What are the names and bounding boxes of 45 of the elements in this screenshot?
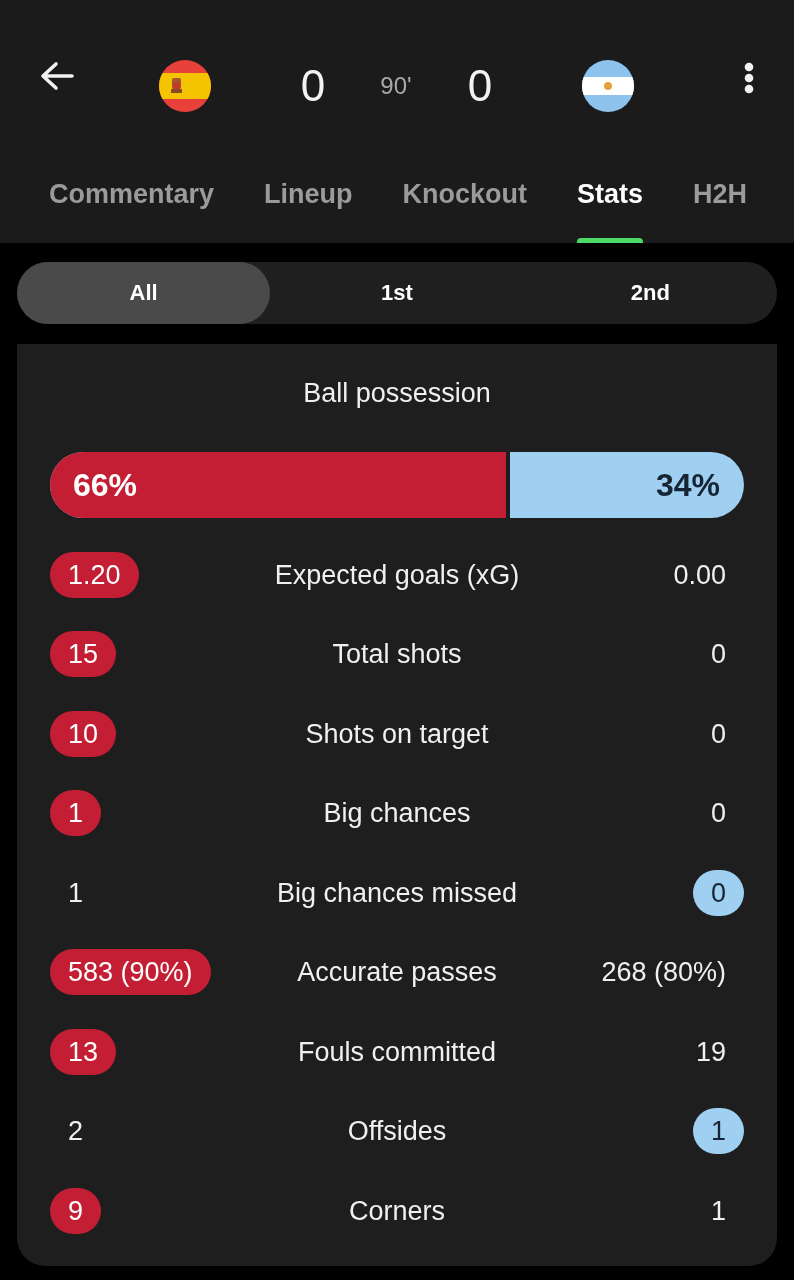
stat-value: 583 (90%) [50,949,211,996]
stat-label: Big chances missed [276,876,518,910]
match-minute: 90' [380,71,412,101]
period-tab[interactable]: 1st [270,262,524,324]
stat-label: Shots on target [305,717,489,751]
stat-value: 2 [67,1115,85,1149]
stat-value: 1 [50,790,102,837]
stat-value: 1 [709,1194,727,1228]
period-tab[interactable]: All [17,262,271,324]
tab[interactable]: Stats [577,160,644,243]
tab[interactable]: Lineup [264,160,353,243]
stat-value: 15 [50,631,117,678]
stat-value: 10 [50,710,117,757]
stat-value: 1 [692,1108,744,1155]
stat-value: 0 [709,717,727,751]
more-options-icon[interactable] [744,62,754,94]
stat-value: 268 (80%) [600,956,727,990]
tab[interactable]: H2H [693,160,748,243]
away-possession: 34% [655,466,720,505]
flag-icon [159,60,211,112]
stat-value: 0.00 [672,558,727,592]
stat-label: Accurate passes [297,956,497,990]
stat-value: 9 [50,1187,102,1234]
tab[interactable]: Commentary [49,160,215,243]
stat-value: 0 [692,869,744,916]
stat-label: Corners [349,1194,445,1228]
stat-value: 13 [50,1028,117,1075]
home-possession: 66% [73,466,138,505]
stat-label: Big chances [323,797,471,831]
away-score: 0 [467,61,493,111]
stat-value: 19 [694,1035,727,1069]
period-tab[interactable]: 2nd [523,262,777,324]
stat-value: 1 [67,876,85,910]
home-score: 0 [300,61,326,111]
stat-label: Offsides [347,1115,447,1149]
stat-value: 0 [709,638,727,672]
back-icon[interactable] [39,60,75,92]
stat-value: 1.20 [50,551,139,598]
stat-label: Total shots [332,638,462,672]
stat-label: Fouls committed [297,1035,497,1069]
flag-icon [582,60,634,112]
stat-title: Ball possession [302,377,492,410]
stat-label: Expected goals (xG) [274,558,520,592]
tab[interactable]: Knockout [402,160,528,243]
stat-value: 0 [709,797,727,831]
